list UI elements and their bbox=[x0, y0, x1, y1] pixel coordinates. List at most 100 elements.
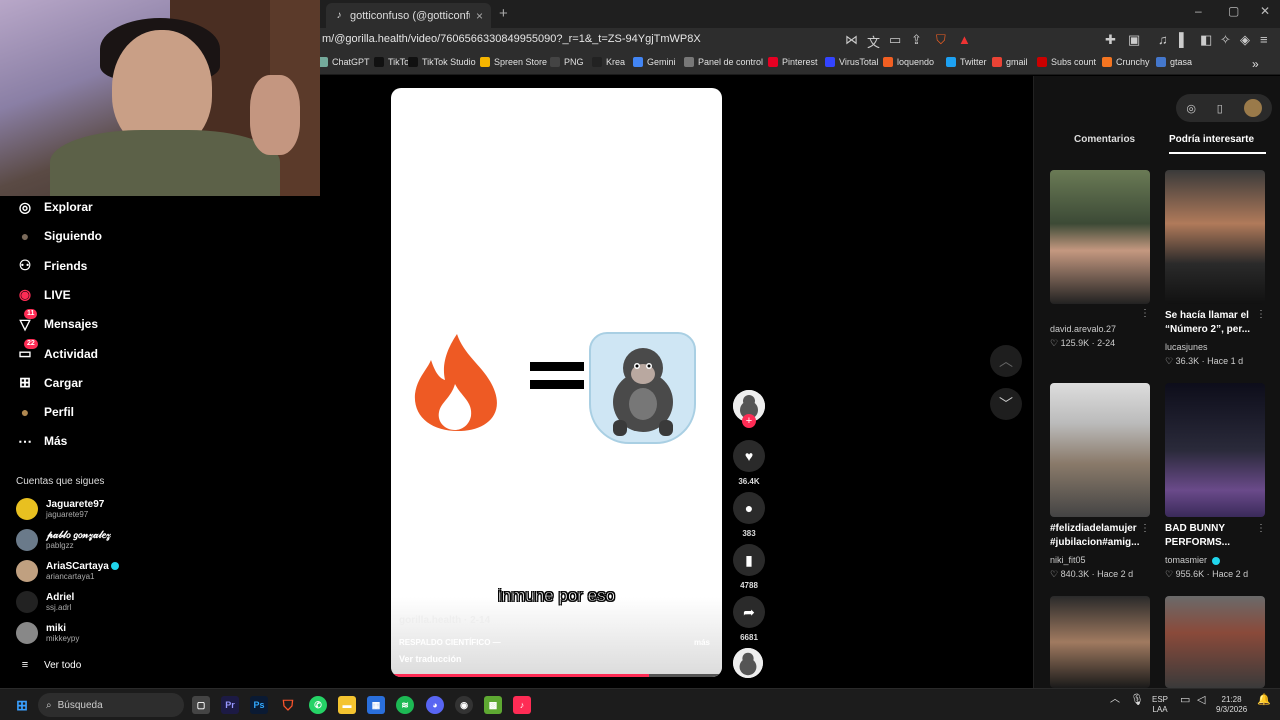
tiktok-app-icon[interactable]: ♪ bbox=[513, 696, 531, 714]
brave-shield-icon[interactable]: ⛉ bbox=[936, 32, 946, 48]
browser-tab[interactable]: ♪ gotticonfuso (@gotticonfuso) | TikTok … bbox=[326, 3, 491, 28]
bookmark-item[interactable]: VirusTotal bbox=[825, 57, 878, 67]
close-tab-icon[interactable]: × bbox=[476, 9, 483, 23]
clock[interactable]: 21:28 9/3/2026 bbox=[1216, 695, 1247, 715]
close-window-button[interactable]: ✕ bbox=[1260, 4, 1270, 18]
bookmark-item[interactable]: ChatGPT bbox=[318, 57, 370, 67]
bookmark-item[interactable]: Spreen Store bbox=[480, 57, 547, 67]
compass-small-icon[interactable]: ◎ bbox=[1186, 102, 1196, 115]
minimize-button[interactable]: – bbox=[1195, 4, 1202, 18]
suggested-video-thumb[interactable] bbox=[1165, 383, 1265, 517]
bookmark-item[interactable]: gmail bbox=[992, 57, 1028, 67]
suggested-video-thumb[interactable] bbox=[1050, 170, 1150, 304]
leo-icon[interactable]: ✧ bbox=[1220, 32, 1231, 48]
media-icon[interactable]: ♫ bbox=[1158, 32, 1168, 47]
card-title[interactable]: #felizdiadelamujer #jubilacion#amig... bbox=[1050, 522, 1142, 550]
store-icon[interactable]: ▦ bbox=[367, 696, 385, 714]
following-account[interactable]: Adriel ssj.adrl bbox=[16, 591, 74, 613]
maximize-button[interactable]: ▢ bbox=[1228, 4, 1239, 18]
sidebar-item-cargar[interactable]: ⊞ Cargar bbox=[16, 374, 83, 392]
bookmark-icon[interactable]: ▮ bbox=[733, 544, 765, 576]
following-account[interactable]: Jaguarete97 jaguarete97 bbox=[16, 498, 104, 520]
card-title[interactable]: Se hacía llamar el “Número 2”, per... bbox=[1165, 309, 1257, 337]
card-author[interactable]: tomasmier bbox=[1165, 555, 1220, 565]
url-field[interactable]: m/@gorilla.health/video/7606566330849955… bbox=[322, 33, 701, 45]
suggested-video-thumb[interactable] bbox=[1165, 170, 1265, 304]
video-player[interactable]: inmune por eso gorilla.health · 2-14 RES… bbox=[391, 88, 722, 677]
sidebar-item-mensajes[interactable]: ▽ 11 Mensajes bbox=[16, 309, 98, 333]
bookmark-item[interactable]: Subs count bbox=[1037, 57, 1096, 67]
wallet-icon[interactable]: ◧ bbox=[1200, 32, 1212, 48]
translate-icon[interactable]: 文 bbox=[867, 32, 880, 51]
save-action[interactable]: ▮ 4788 bbox=[733, 544, 765, 590]
menu-icon[interactable]: ≡ bbox=[1260, 32, 1268, 47]
bookmark-item[interactable]: Pinterest bbox=[768, 57, 818, 67]
sidebar-item-explorar[interactable]: ◎ Explorar bbox=[16, 198, 93, 216]
network-icon[interactable]: ▭ bbox=[1180, 695, 1190, 706]
comment-action[interactable]: ● 383 bbox=[733, 492, 765, 538]
cast-icon[interactable]: ▭ bbox=[889, 32, 901, 48]
sound-avatar[interactable] bbox=[733, 648, 765, 678]
next-video-button[interactable]: ﹀ bbox=[990, 388, 1022, 420]
translate-link[interactable]: Ver traducción bbox=[399, 654, 462, 664]
new-tab-button[interactable]: + bbox=[499, 5, 508, 22]
premiere-icon[interactable]: Pr bbox=[221, 696, 239, 714]
microphone-icon[interactable]: 🎙 bbox=[1130, 695, 1144, 706]
following-account[interactable]: 𝓅𝒶𝒷𝓁𝑜 𝑔𝑜𝓃𝓏𝒶𝓁𝑒𝓏 pablgzz bbox=[16, 529, 111, 551]
tab-search-icon[interactable]: ▣ bbox=[1128, 32, 1140, 48]
bookmark-item[interactable]: Crunchy bbox=[1102, 57, 1150, 67]
sidebar-item-perfil[interactable]: ● Perfil bbox=[16, 403, 74, 421]
task-view-icon[interactable]: ▢ bbox=[192, 696, 210, 714]
brave-rewards-icon[interactable]: ▲ bbox=[958, 32, 971, 47]
bookmark-item[interactable]: Panel de control bbox=[684, 57, 763, 67]
spotify-icon[interactable]: ≋ bbox=[396, 696, 414, 714]
bookmarks-overflow-icon[interactable]: » bbox=[1252, 57, 1259, 71]
heart-icon[interactable]: ♥ bbox=[733, 440, 765, 472]
photoshop-icon[interactable]: Ps bbox=[250, 696, 268, 714]
card-menu-icon[interactable]: ⋮ bbox=[1140, 523, 1150, 534]
tab-suggested[interactable]: Podría interesarte bbox=[1169, 134, 1254, 145]
bookmark-item[interactable]: Twitter bbox=[946, 57, 987, 67]
card-menu-icon[interactable]: ⋮ bbox=[1140, 308, 1150, 319]
whatsapp-icon[interactable]: ✆ bbox=[309, 696, 327, 714]
language-indicator[interactable]: ESP LAA bbox=[1152, 695, 1168, 715]
share-icon[interactable]: ⇪ bbox=[911, 32, 922, 48]
reader-icon[interactable]: ⋈ bbox=[845, 32, 858, 48]
see-all-link[interactable]: ≡ Ver todo bbox=[16, 656, 81, 674]
sidebar-item-live[interactable]: ◉ LIVE bbox=[16, 286, 71, 304]
tray-expand-icon[interactable]: ︿ bbox=[1110, 695, 1120, 705]
prev-video-button[interactable]: ︿ bbox=[990, 345, 1022, 377]
following-account[interactable]: miki mikkeypy bbox=[16, 622, 79, 644]
sidebar-item-actividad[interactable]: ▭ 22 Actividad bbox=[16, 338, 98, 363]
card-author[interactable]: lucasjunes bbox=[1165, 342, 1208, 352]
card-author[interactable]: david.arevalo.27 bbox=[1050, 324, 1116, 334]
suggested-video-thumb[interactable] bbox=[1165, 596, 1265, 688]
share-arrow-icon[interactable]: ➦ bbox=[733, 596, 765, 628]
volume-icon[interactable]: ◁ bbox=[1197, 695, 1205, 706]
suggested-video-thumb[interactable] bbox=[1050, 596, 1150, 688]
phone-icon[interactable]: ▯ bbox=[1217, 102, 1223, 115]
video-author[interactable]: gorilla.health · 2-14 bbox=[399, 615, 490, 626]
extensions-icon[interactable]: ✚ bbox=[1105, 32, 1116, 48]
brave-icon[interactable]: ⛉ bbox=[279, 696, 297, 714]
bookmark-item[interactable]: loquendo bbox=[883, 57, 934, 67]
share-action[interactable]: ➦ 6681 bbox=[733, 596, 765, 642]
card-author[interactable]: niki_fit05 bbox=[1050, 555, 1086, 565]
card-title[interactable]: BAD BUNNY PERFORMS... bbox=[1165, 522, 1257, 550]
vpn-icon[interactable]: ◈ bbox=[1240, 32, 1250, 48]
following-account[interactable]: AriaSCartaya ariancartaya1 bbox=[16, 560, 119, 582]
user-avatar[interactable] bbox=[1243, 99, 1262, 117]
bookmark-item[interactable]: PNG bbox=[550, 57, 584, 67]
bookmark-item[interactable]: gtasa bbox=[1156, 57, 1192, 67]
card-menu-icon[interactable]: ⋮ bbox=[1256, 523, 1266, 534]
bookmark-item[interactable]: Krea bbox=[592, 57, 625, 67]
folder-icon[interactable]: ▬ bbox=[338, 696, 356, 714]
comment-icon[interactable]: ● bbox=[733, 492, 765, 524]
more-link[interactable]: más bbox=[694, 638, 710, 647]
sidebar-item-friends[interactable]: ⚇ Friends bbox=[16, 257, 88, 275]
sidebar-item-siguiendo[interactable]: ● Siguiendo bbox=[16, 227, 102, 245]
like-action[interactable]: ♥ 36.4K bbox=[733, 440, 765, 486]
windows-start-icon[interactable]: ⊞ bbox=[13, 696, 31, 714]
taskbar-search[interactable]: ⌕ Búsqueda bbox=[38, 693, 184, 717]
bookmark-item[interactable]: Gemini bbox=[633, 57, 676, 67]
